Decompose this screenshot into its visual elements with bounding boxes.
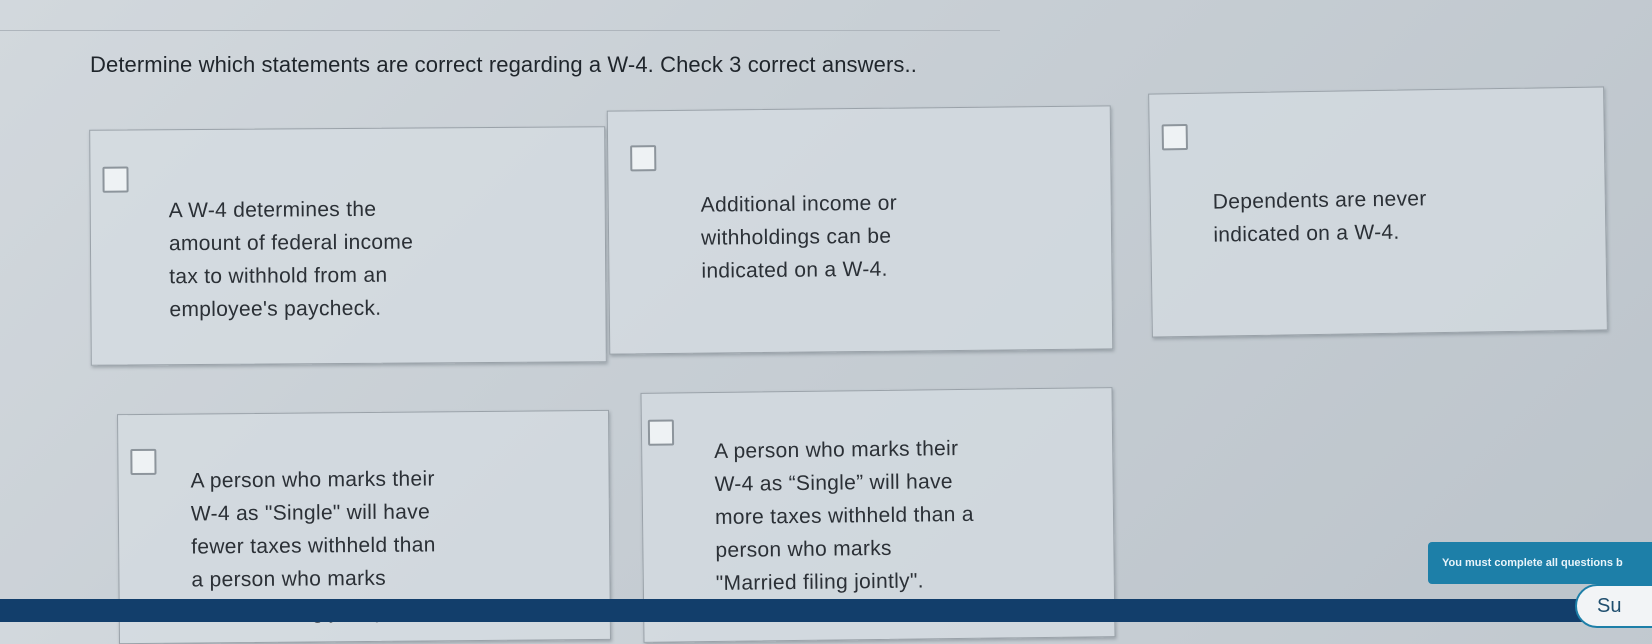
- answer-option-1[interactable]: A W-4 determines the amount of federal i…: [89, 126, 607, 366]
- option-1-line-3: tax to withhold from an: [169, 263, 388, 289]
- option-2-checkbox[interactable]: [630, 145, 657, 172]
- option-4-line-3: fewer taxes withheld than: [191, 533, 436, 559]
- option-5-line-2: W-4 as “Single” will have: [714, 470, 953, 496]
- option-2-line-3: indicated on a W-4.: [701, 257, 888, 283]
- option-2-line-2: withholdings can be: [700, 224, 892, 250]
- option-4-checkbox[interactable]: [130, 448, 157, 476]
- option-3-checkbox[interactable]: [1161, 123, 1189, 151]
- top-divider: [0, 30, 1000, 31]
- option-3-text: Dependents are never indicated on a W-4.: [1213, 182, 1428, 251]
- bottom-bar: [0, 599, 1652, 622]
- option-4-line-4: a person who marks: [191, 566, 387, 592]
- option-3-line-1: Dependents are never: [1212, 187, 1427, 214]
- option-5-text: A person who marks their W-4 as “Single”…: [714, 432, 975, 600]
- option-3-line-2: indicated on a W-4.: [1213, 220, 1400, 247]
- option-1-line-4: employee's paycheck.: [169, 296, 382, 322]
- completion-notice: You must complete all questions b: [1428, 542, 1652, 584]
- question-prompt: Determine which statements are correct r…: [90, 52, 917, 77]
- option-5-line-4: person who marks: [715, 536, 892, 562]
- option-4-line-1: A person who marks their: [190, 467, 435, 493]
- option-2-line-1: Additional income or: [700, 191, 898, 217]
- submit-button[interactable]: Su: [1575, 584, 1652, 628]
- option-1-text: A W-4 determines the amount of federal i…: [169, 193, 414, 327]
- option-2-text: Additional income or withholdings can be…: [701, 187, 898, 288]
- option-4-line-2: W-4 as "Single" will have: [190, 500, 431, 526]
- option-5-line-5: "Married filing jointly".: [715, 569, 924, 595]
- option-1-line-1: A W-4 determines the: [168, 197, 377, 223]
- option-1-checkbox[interactable]: [102, 166, 129, 193]
- answer-option-2[interactable]: Additional income or withholdings can be…: [606, 105, 1114, 355]
- option-5-checkbox[interactable]: [647, 419, 675, 446]
- answer-option-3[interactable]: Dependents are never indicated on a W-4.: [1148, 86, 1608, 338]
- option-1-line-2: amount of federal income: [168, 230, 414, 256]
- option-5-line-1: A person who marks their: [714, 437, 959, 463]
- option-5-line-3: more taxes withheld than a: [714, 502, 974, 529]
